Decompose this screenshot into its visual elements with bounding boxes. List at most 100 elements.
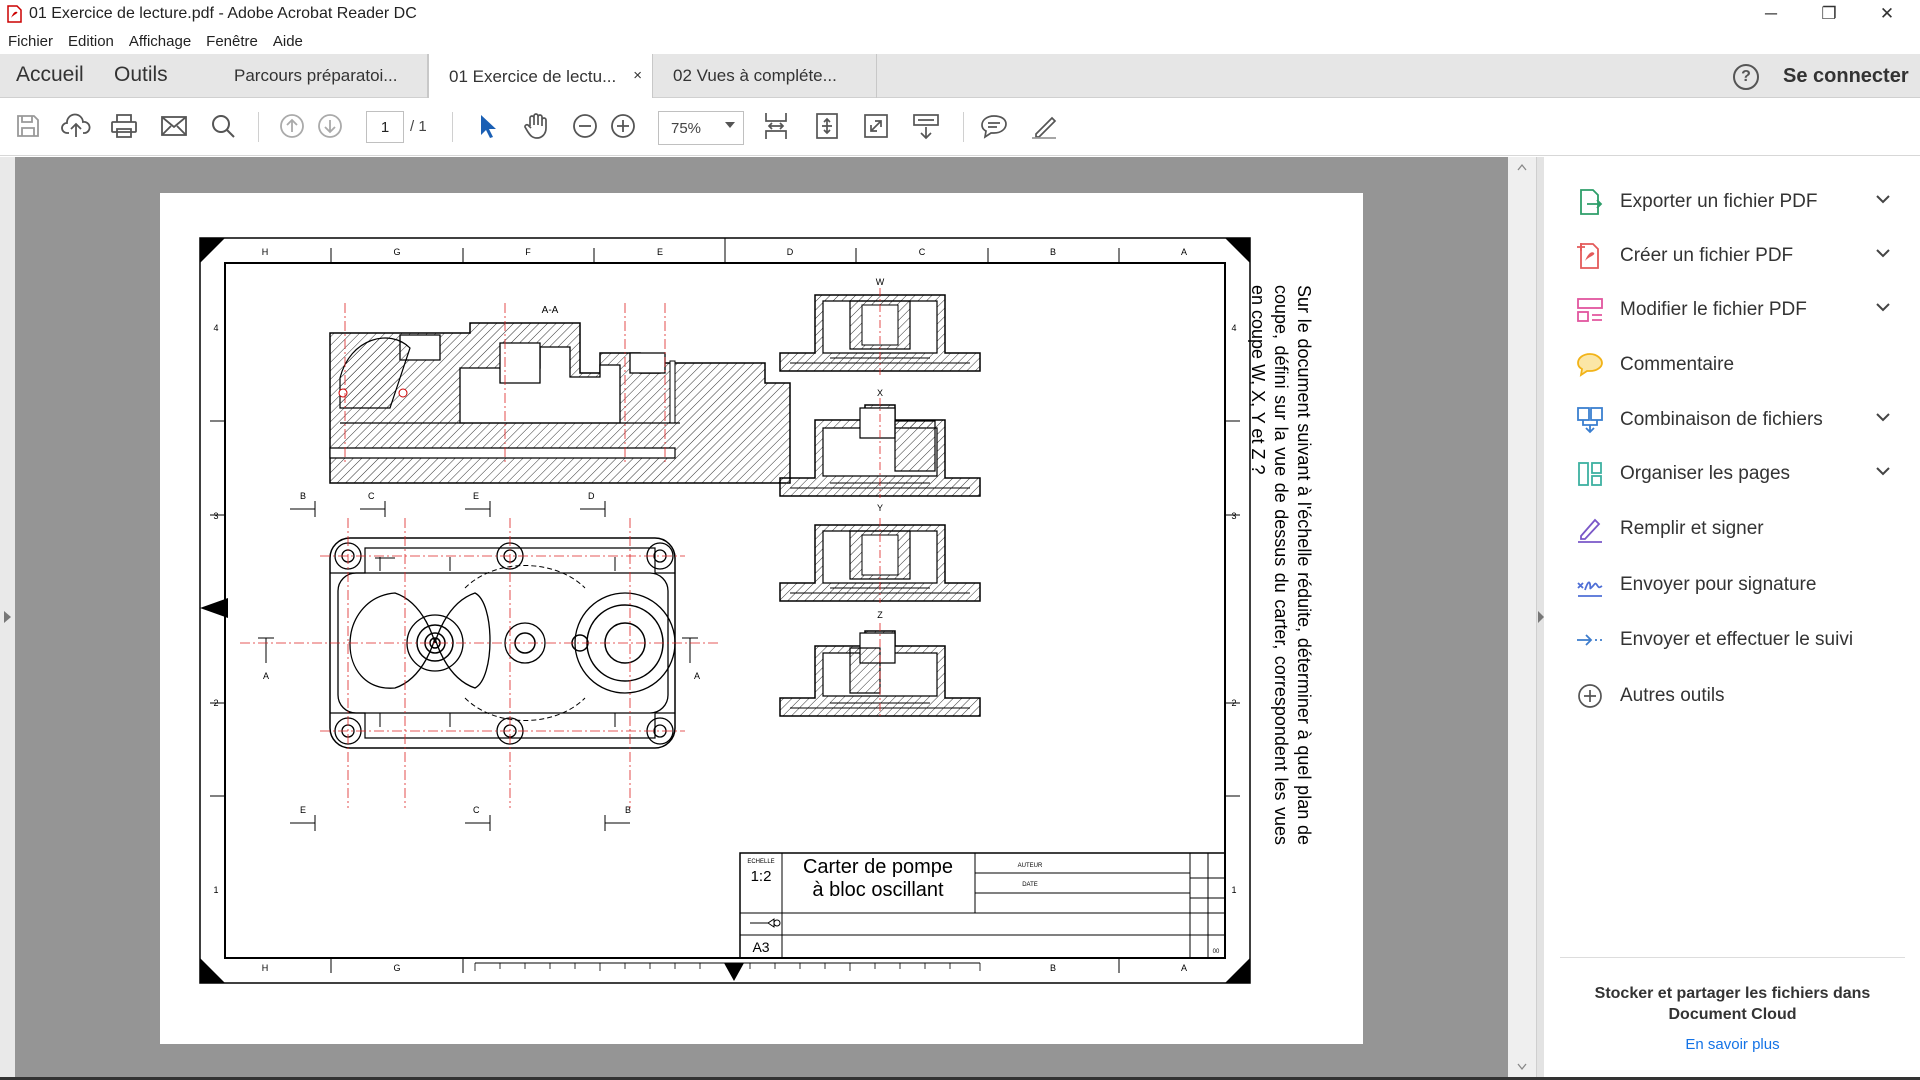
tool-combine-files[interactable]: Combinaison de fichiers: [1545, 397, 1920, 441]
format-label: A3: [752, 939, 769, 955]
cut-label: C: [473, 805, 480, 815]
previous-page-icon[interactable]: [276, 110, 308, 142]
fit-width-icon[interactable]: [760, 110, 792, 142]
date-label: DATE: [1022, 882, 1038, 888]
tool-label: Remplir et signer: [1620, 518, 1764, 539]
zoom-value: 75%: [671, 119, 702, 137]
maximize-button[interactable]: ❐: [1800, 0, 1858, 28]
tool-label: Exporter un fichier PDF: [1620, 191, 1818, 212]
page-number-input[interactable]: 1: [366, 111, 404, 143]
cloud-promo-text: Stocker et partager les fichiers dans Do…: [1594, 985, 1871, 1023]
zone-letter: H: [262, 963, 269, 973]
tool-send-signature[interactable]: Envoyer pour signature: [1545, 562, 1920, 606]
tool-label: Envoyer et effectuer le suivi: [1620, 629, 1854, 650]
next-page-icon[interactable]: [314, 110, 346, 142]
tool-label: Commentaire: [1620, 354, 1735, 375]
tool-label: Créer un fichier PDF: [1620, 245, 1794, 266]
menu-bar: Fichier Edition Affichage Fenêtre Aide: [0, 28, 1920, 54]
expand-left-icon: [4, 611, 11, 623]
document-tab-label: Parcours préparatoi...: [234, 66, 398, 85]
tool-create-pdf[interactable]: Créer un fichier PDF: [1545, 233, 1920, 277]
tool-export-pdf[interactable]: Exporter un fichier PDF: [1545, 179, 1920, 223]
tool-more-tools[interactable]: Autres outils: [1545, 673, 1920, 717]
zone-letter: H: [262, 247, 269, 257]
signin-button[interactable]: Se connecter: [1783, 65, 1909, 88]
zone-letter: E: [657, 247, 663, 257]
chevron-down-icon[interactable]: [1875, 247, 1891, 259]
email-icon[interactable]: [158, 110, 190, 142]
question-text: Sur le document suivant à l'échelle rédu…: [1248, 285, 1314, 845]
upload-cloud-icon[interactable]: [60, 110, 92, 142]
view-label-x: X: [877, 388, 883, 398]
view-label-y: Y: [877, 503, 883, 513]
section-view-x: [779, 398, 981, 498]
chevron-down-icon[interactable]: [1875, 411, 1891, 423]
scroll-up-icon[interactable]: [1517, 163, 1527, 171]
close-window-button[interactable]: ✕: [1858, 0, 1916, 28]
collapse-panel-icon: [1538, 611, 1544, 623]
menu-aide[interactable]: Aide: [273, 33, 303, 50]
tool-label: Modifier le fichier PDF: [1620, 299, 1807, 320]
search-icon[interactable]: [207, 110, 239, 142]
fit-page-icon[interactable]: [811, 110, 843, 142]
cut-label: B: [300, 491, 306, 501]
tool-send-track[interactable]: Envoyer et effectuer le suivi: [1545, 617, 1920, 661]
left-panel-toggle[interactable]: [0, 157, 15, 1077]
close-tab-icon[interactable]: ×: [633, 67, 642, 84]
fill-sign-icon: [1578, 518, 1602, 543]
section-a-a-view: [329, 303, 791, 484]
technical-drawing: H G F E D C B A H G B A 4 3 2 1 4 3 2 1 …: [199, 237, 1314, 984]
tool-label: Autres outils: [1620, 685, 1725, 706]
tool-fill-sign[interactable]: Remplir et signer: [1545, 506, 1920, 550]
menu-fenetre[interactable]: Fenêtre: [206, 33, 258, 50]
author-label: AUTEUR: [1018, 863, 1043, 869]
zoom-out-icon[interactable]: [569, 110, 601, 142]
help-icon[interactable]: ?: [1733, 64, 1759, 90]
section-view-w: [779, 288, 981, 375]
comment-tool-icon[interactable]: [978, 110, 1010, 142]
menu-affichage[interactable]: Affichage: [129, 33, 191, 50]
zone-number: 1: [1231, 885, 1236, 895]
zoom-in-icon[interactable]: [607, 110, 639, 142]
read-mode-icon[interactable]: [910, 110, 942, 142]
tool-edit-pdf[interactable]: Modifier le fichier PDF: [1545, 287, 1920, 331]
section-view-z: [779, 623, 981, 718]
print-icon[interactable]: [108, 110, 140, 142]
full-screen-icon[interactable]: [860, 110, 892, 142]
zone-letter: B: [1050, 963, 1056, 973]
tool-comment[interactable]: Commentaire: [1545, 342, 1920, 386]
draw-tool-icon[interactable]: [1028, 110, 1060, 142]
zone-letter: C: [919, 247, 926, 257]
document-tab-parcours[interactable]: Parcours préparatoi...: [214, 54, 428, 98]
tool-organize-pages[interactable]: Organiser les pages: [1545, 451, 1920, 495]
right-panel-toggle[interactable]: [1536, 157, 1544, 1077]
acrobat-app-icon: [7, 5, 22, 23]
tab-tools[interactable]: Outils: [114, 63, 168, 87]
scroll-down-icon[interactable]: [1517, 1063, 1527, 1071]
cut-label: E: [473, 491, 479, 501]
zone-number: 1: [213, 885, 218, 895]
menu-fichier[interactable]: Fichier: [8, 33, 53, 50]
zone-letter: G: [393, 963, 400, 973]
tool-label: Organiser les pages: [1620, 463, 1791, 484]
document-tab-vues[interactable]: 02 Vues à compléte...: [653, 54, 877, 98]
hand-tool-icon[interactable]: [520, 110, 552, 142]
learn-more-link[interactable]: En savoir plus: [1560, 1036, 1905, 1053]
save-icon[interactable]: [12, 110, 44, 142]
chevron-down-icon[interactable]: [1875, 301, 1891, 313]
minimize-button[interactable]: ─: [1742, 0, 1800, 28]
organize-pages-icon: [1578, 462, 1602, 486]
menu-edition[interactable]: Edition: [68, 33, 114, 50]
cut-label: C: [368, 491, 375, 501]
zoom-select[interactable]: 75%: [658, 111, 744, 145]
cut-label: D: [588, 491, 595, 501]
chevron-down-icon[interactable]: [1875, 465, 1891, 477]
zone-letter: A: [1181, 247, 1187, 257]
tab-home[interactable]: Accueil: [16, 63, 84, 87]
cut-label: A: [694, 671, 700, 681]
select-cursor-icon[interactable]: [472, 110, 504, 142]
chevron-down-icon[interactable]: [1875, 193, 1891, 205]
vertical-scrollbar[interactable]: [1508, 157, 1536, 1077]
document-tab-exercice[interactable]: 01 Exercice de lectu... ×: [428, 54, 653, 99]
zone-number: 2: [213, 698, 218, 708]
